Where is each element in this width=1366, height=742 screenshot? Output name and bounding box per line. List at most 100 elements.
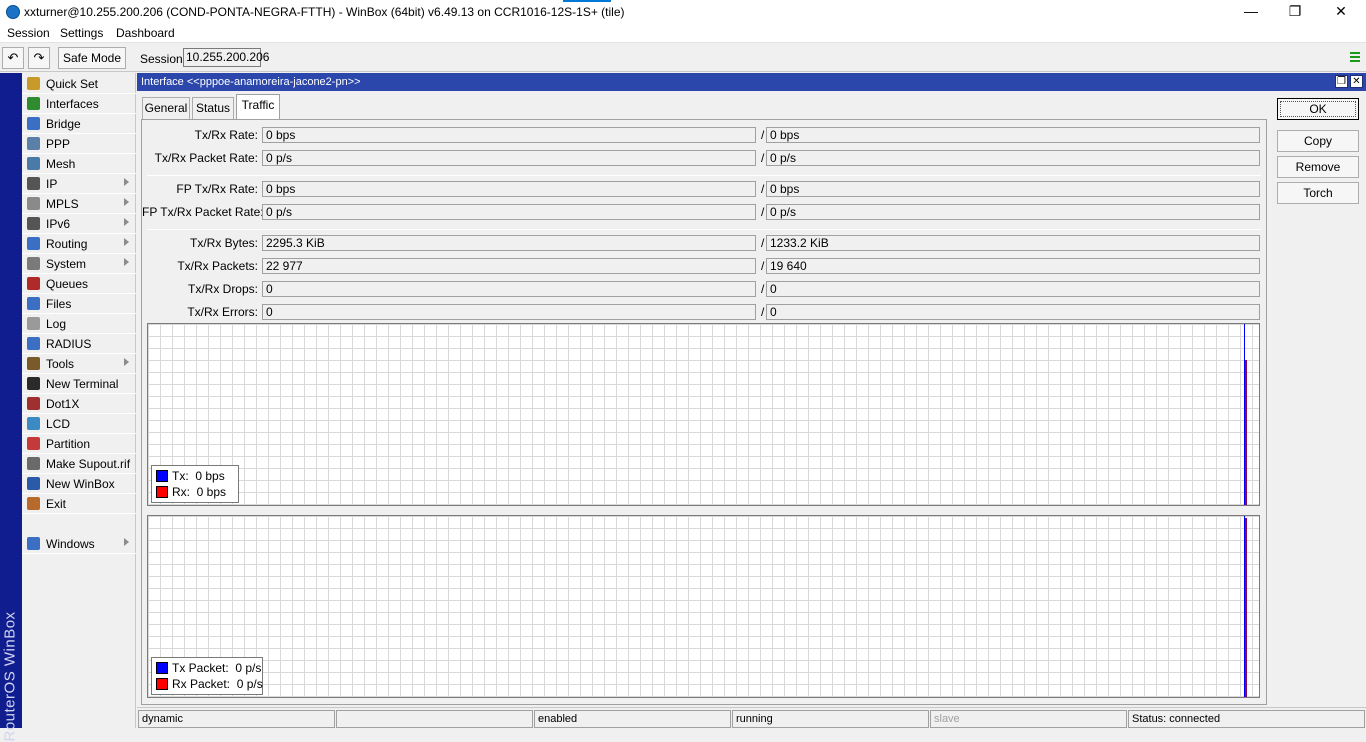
menu-session[interactable]: Session bbox=[7, 26, 50, 40]
title-accent bbox=[563, 0, 611, 2]
torch-button[interactable]: Torch bbox=[1277, 182, 1359, 204]
menu-bar: Session Settings Dashboard bbox=[0, 24, 1366, 43]
undo-button[interactable]: ↶ bbox=[2, 47, 24, 69]
tx-value-field: 22 977 bbox=[262, 258, 756, 274]
sidebar-item-ppp[interactable]: PPP bbox=[22, 134, 136, 154]
rx-value-field: 0 bps bbox=[766, 127, 1260, 143]
sidebar-item-label: IPv6 bbox=[46, 217, 71, 231]
tab-general[interactable]: General bbox=[142, 97, 190, 119]
sidebar-item-dot1x[interactable]: Dot1X bbox=[22, 394, 136, 414]
legend-tx-value: 0 bps bbox=[195, 469, 225, 483]
separator-slash: / bbox=[761, 282, 765, 296]
sidebar-item-label: IP bbox=[46, 177, 58, 191]
menu-settings[interactable]: Settings bbox=[60, 26, 103, 40]
sidebar-item-lcd[interactable]: LCD bbox=[22, 414, 136, 434]
separator-slash: / bbox=[761, 128, 765, 142]
rx-value-field: 1233.2 KiB bbox=[766, 235, 1260, 251]
sidebar-item-windows[interactable]: Windows bbox=[22, 534, 136, 554]
legend-rx-packet-value: 0 p/s bbox=[236, 677, 263, 691]
separator bbox=[147, 229, 1261, 230]
status-enabled: enabled bbox=[534, 710, 731, 728]
brand-strip: RouterOS WinBox bbox=[0, 73, 22, 742]
sidebar-item-system[interactable]: System bbox=[22, 254, 136, 274]
sidebar-item-new-terminal[interactable]: New Terminal bbox=[22, 374, 136, 394]
submenu-arrow-icon bbox=[124, 178, 129, 186]
quick-set-icon bbox=[27, 77, 40, 90]
sidebar-item-label: System bbox=[46, 257, 87, 271]
maximize-button[interactable]: ❐ bbox=[1272, 0, 1318, 24]
sidebar-item-label: Bridge bbox=[46, 117, 81, 131]
tab-status[interactable]: Status bbox=[192, 97, 234, 119]
toolbar: ↶ ↷ Safe Mode Session: 10.255.200.206 bbox=[0, 44, 1366, 72]
legend-rx-value: 0 bps bbox=[196, 485, 227, 499]
copy-button[interactable]: Copy bbox=[1277, 130, 1359, 152]
sidebar-item-new-winbox[interactable]: New WinBox bbox=[22, 474, 136, 494]
field-label: Tx/Rx Bytes: bbox=[189, 236, 258, 250]
sidebar-item-label: Windows bbox=[46, 537, 95, 551]
sidebar-item-log[interactable]: Log bbox=[22, 314, 136, 334]
sidebar-item-partition[interactable]: Partition bbox=[22, 434, 136, 454]
field-label: Tx/Rx Packets: bbox=[177, 259, 258, 273]
restore-window-button[interactable]: ❐ bbox=[1335, 75, 1348, 88]
close-button[interactable]: ✕ bbox=[1318, 0, 1364, 24]
traffic-rate-graph: Tx: 0 bps Rx: 0 bps bbox=[147, 323, 1260, 506]
sidebar-item-files[interactable]: Files bbox=[22, 294, 136, 314]
legend-tx-label: Tx: bbox=[172, 469, 189, 483]
interfaces-icon bbox=[27, 97, 40, 110]
interface-window-titlebar[interactable]: Interface <<pppoe-anamoreira-jacone2-pn>… bbox=[137, 73, 1366, 91]
sidebar-item-queues[interactable]: Queues bbox=[22, 274, 136, 294]
sidebar-item-label: New Terminal bbox=[46, 377, 119, 391]
sidebar-item-mpls[interactable]: MPLS bbox=[22, 194, 136, 214]
sidebar-item-exit[interactable]: Exit bbox=[22, 494, 136, 514]
status-slave: slave bbox=[930, 710, 1127, 728]
session-label: Session: bbox=[140, 52, 187, 66]
tab-traffic[interactable]: Traffic bbox=[236, 94, 280, 120]
legend-tx-packet-value: 0 p/s bbox=[235, 661, 262, 675]
winbox-app-icon bbox=[6, 5, 20, 19]
traffic-panel: Tx/Rx Rate: 0 bps/0 bps Tx/Rx Packet Rate:… bbox=[141, 119, 1267, 705]
files-icon bbox=[27, 297, 40, 310]
separator-slash: / bbox=[761, 305, 765, 319]
tx-value-field: 0 p/s bbox=[262, 150, 756, 166]
sidebar-item-label: Partition bbox=[46, 437, 91, 451]
status-running: running bbox=[732, 710, 929, 728]
sidebar-item-ipv6[interactable]: IPv6 bbox=[22, 214, 136, 234]
mpls-icon bbox=[27, 197, 40, 210]
sidebar-item-routing[interactable]: Routing bbox=[22, 234, 136, 254]
mesh-icon bbox=[27, 157, 40, 170]
field-label: Tx/Rx Drops: bbox=[187, 282, 258, 296]
baseline bbox=[1230, 505, 1260, 506]
sidebar-item-ip[interactable]: IP bbox=[22, 174, 136, 194]
separator-slash: / bbox=[761, 259, 765, 273]
close-window-button[interactable]: ✕ bbox=[1350, 75, 1363, 88]
tx-value-field: 0 bps bbox=[262, 127, 756, 143]
menu-dashboard[interactable]: Dashboard bbox=[116, 26, 175, 40]
remove-button[interactable]: Remove bbox=[1277, 156, 1359, 178]
tx-packet-swatch bbox=[156, 661, 168, 674]
safe-mode-button[interactable]: Safe Mode bbox=[58, 47, 126, 69]
rx-value-field: 0 bps bbox=[766, 181, 1260, 197]
sidebar-item-make-supout-rif[interactable]: Make Supout.rif bbox=[22, 454, 136, 474]
ok-button[interactable]: OK bbox=[1277, 98, 1359, 120]
queues-icon bbox=[27, 277, 40, 290]
separator-slash: / bbox=[761, 205, 765, 219]
sidebar-item-mesh[interactable]: Mesh bbox=[22, 154, 136, 174]
legend-tx-packet-label: Tx Packet: bbox=[172, 661, 229, 675]
winbox-icon bbox=[27, 477, 40, 490]
sidebar-item-tools[interactable]: Tools bbox=[22, 354, 136, 374]
separator-slash: / bbox=[761, 236, 765, 250]
sidebar-item-quick-set[interactable]: Quick Set bbox=[22, 74, 136, 94]
sidebar-item-label: Routing bbox=[46, 237, 88, 251]
sidebar-item-bridge[interactable]: Bridge bbox=[22, 114, 136, 134]
sidebar-item-label: Tools bbox=[46, 357, 75, 371]
sidebar-item-label: LCD bbox=[46, 417, 71, 431]
sidebar-item-radius[interactable]: RADIUS bbox=[22, 334, 136, 354]
field-label: FP Tx/Rx Rate: bbox=[176, 182, 258, 196]
terminal-icon bbox=[27, 377, 40, 390]
sidebar-item-interfaces[interactable]: Interfaces bbox=[22, 94, 136, 114]
redo-icon: ↷ bbox=[33, 50, 45, 65]
legend-rx: Rx: 0 bps bbox=[156, 484, 234, 500]
minimize-button[interactable]: — bbox=[1228, 0, 1274, 24]
redo-button[interactable]: ↷ bbox=[28, 47, 50, 69]
separator-slash: / bbox=[761, 151, 765, 165]
